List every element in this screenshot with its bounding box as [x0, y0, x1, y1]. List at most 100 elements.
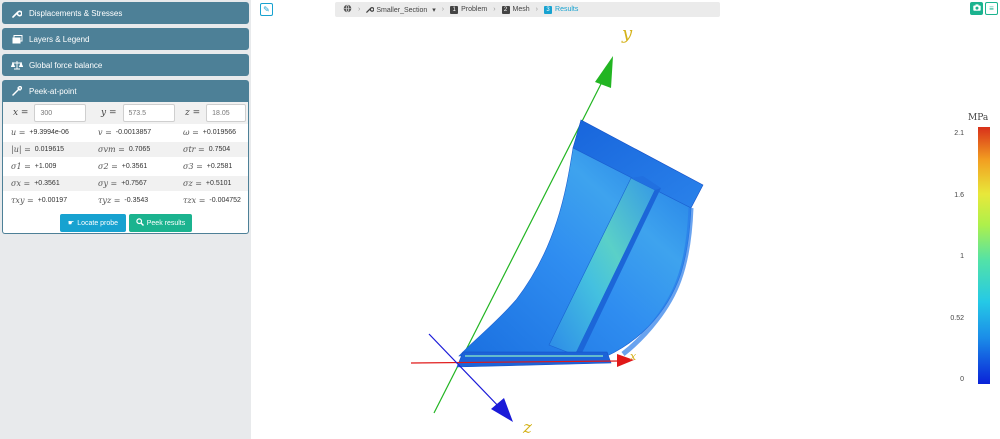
result-symbol: σ2 = [98, 162, 118, 171]
section-layers-legend[interactable]: Layers & Legend [2, 28, 249, 50]
result-value: 0.7504 [208, 146, 231, 153]
result-symbol: τxy = [11, 196, 34, 205]
step-label: Problem [461, 5, 488, 13]
chevron-right-icon: › [441, 6, 445, 13]
x-coordinate: x = [13, 104, 87, 122]
section-peek-at-point[interactable]: Peek-at-point [2, 80, 249, 102]
breadcrumb: › Smaller_Section ▾ › 1 Problem › 2 Mesh ›… [335, 2, 720, 17]
x-input[interactable] [34, 104, 87, 122]
model-dropdown[interactable]: Smaller_Section ▾ [376, 6, 435, 14]
peek-results-label: Peek results [146, 219, 186, 227]
edit-button[interactable]: ✎ [260, 3, 273, 16]
legend-tick: 2.1 [954, 130, 964, 137]
section-global-force-balance[interactable]: Global force balance [2, 54, 249, 76]
breadcrumb-step-results[interactable]: 3 Results [544, 5, 579, 14]
menu-button[interactable]: ≡ [985, 2, 998, 15]
wrench-icon [10, 8, 24, 18]
result-symbol: ω = [183, 128, 199, 137]
section-label: Displacements & Stresses [29, 8, 123, 18]
result-row: σx = +0.3561 σy = +0.7567 σz = +0.5101 [3, 176, 248, 191]
legend-unit: MPa [968, 113, 989, 123]
result-value: +9.3994e-06 [29, 129, 69, 136]
z-axis-label: z [522, 418, 533, 438]
model-name: Smaller_Section [376, 6, 428, 14]
hand-pointer-icon: ☛ [67, 220, 75, 227]
result-symbol: σtr = [183, 145, 205, 154]
result-row: τxy = +0.00197 τyz = -0.3543 τzx = -0.00475… [3, 193, 248, 208]
x-axis-label: x [630, 350, 637, 363]
breadcrumb-step-mesh[interactable]: 2 Mesh [501, 5, 530, 14]
result-row: |u| = 0.019615 σvm = 0.7065 σtr = 0.7504 [3, 142, 248, 157]
step-number: 2 [501, 5, 510, 14]
result-symbol: σx = [11, 179, 31, 188]
result-value: +0.2581 [206, 163, 233, 170]
result-symbol: v = [98, 128, 112, 137]
y-coordinate: y = [101, 104, 175, 122]
result-symbol: σy = [98, 179, 118, 188]
chevron-right-icon: › [358, 6, 361, 13]
result-value: -0.3543 [124, 197, 149, 204]
y-label: y = [101, 108, 117, 118]
section-displacements-stresses[interactable]: Displacements & Stresses [2, 2, 249, 24]
caret-down-icon: ▾ [432, 6, 436, 14]
eyedropper-icon [10, 86, 24, 96]
model-scene: y x z [410, 23, 704, 438]
model-mesh[interactable] [456, 119, 704, 368]
edit-icon: ✎ [263, 5, 270, 14]
z-coordinate: z = [185, 104, 247, 122]
step-number: 3 [544, 5, 553, 14]
search-icon [136, 218, 144, 228]
screenshot-button[interactable] [970, 2, 983, 15]
x-label: x = [13, 108, 29, 118]
locate-probe-label: Locate probe [77, 219, 119, 227]
result-symbol: σz = [183, 179, 202, 188]
result-value: +0.7567 [121, 180, 147, 187]
globe-icon[interactable] [343, 4, 352, 15]
section-label: Peek-at-point [29, 86, 77, 96]
legend-tick: 1 [960, 253, 964, 260]
y-axis-label: y [621, 23, 633, 44]
peek-at-point-panel: x = y = z = u =+9.3994e-06 v =-0.0013857… [2, 102, 249, 234]
result-symbol: σvm = [98, 145, 125, 154]
legend-colorbar [978, 127, 990, 384]
sidebar: Displacements & Stresses Layers & Legend… [0, 0, 251, 439]
result-symbol: σ3 = [183, 162, 203, 171]
legend-tick: 0.52 [950, 315, 964, 322]
result-value: +0.3561 [34, 180, 60, 187]
result-value: -0.0013857 [115, 129, 152, 136]
result-row: σ1 = +1.009 σ2 = +0.3561 σ3 = +0.2581 [3, 159, 248, 174]
z-input[interactable] [206, 104, 247, 122]
peek-results-button[interactable]: Peek results [129, 214, 192, 232]
camera-icon [972, 4, 981, 13]
locate-probe-button[interactable]: ☛ Locate probe [60, 214, 126, 232]
result-symbol: |u| = [11, 145, 31, 154]
result-value: -0.004752 [209, 197, 241, 204]
result-value: +0.3561 [121, 163, 148, 170]
result-value: 0.7065 [128, 146, 151, 153]
probe-coordinates: x = y = z = [3, 102, 248, 124]
result-value: +0.019566 [202, 129, 237, 136]
result-symbol: u = [11, 128, 26, 137]
result-symbol: σ1 = [11, 162, 31, 171]
section-label: Global force balance [29, 60, 103, 70]
result-value: 0.019615 [34, 146, 64, 153]
section-label: Layers & Legend [29, 34, 90, 44]
chevron-right-icon: › [493, 6, 496, 13]
result-symbol: τyz = [98, 196, 121, 205]
result-value: +0.5101 [205, 180, 232, 187]
wrench-icon [366, 5, 375, 15]
y-input[interactable] [122, 104, 175, 122]
breadcrumb-step-problem[interactable]: 1 Problem [450, 5, 488, 14]
layers-icon [10, 34, 24, 44]
step-label: Results [555, 5, 579, 13]
result-row: u = +9.3994e-06 v = -0.0013857 ω = +0.01956… [3, 125, 248, 140]
3d-viewport[interactable]: y x z [251, 18, 941, 439]
z-label: z = [185, 108, 201, 118]
step-label: Mesh [512, 5, 530, 13]
legend-tick: 0 [960, 376, 964, 383]
result-value: +1.009 [34, 163, 57, 170]
result-symbol: τzx = [183, 196, 206, 205]
balance-scale-icon [10, 60, 24, 70]
chevron-right-icon: › [535, 6, 539, 13]
legend-tick: 1.6 [954, 192, 964, 199]
